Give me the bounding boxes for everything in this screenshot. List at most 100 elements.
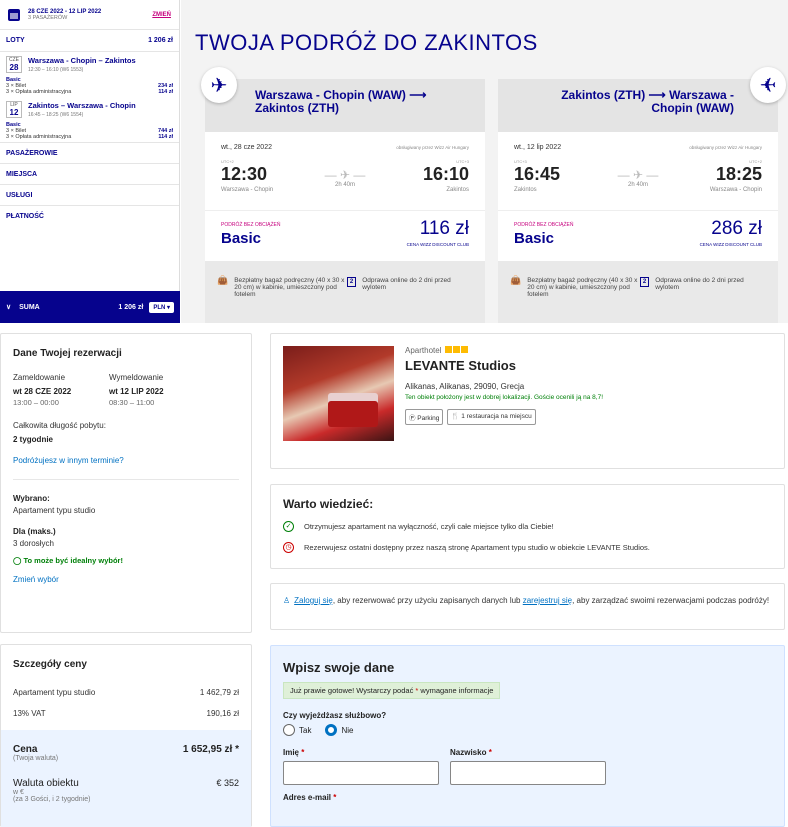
departure-time: 16:45 (514, 164, 561, 184)
plane-icon: ✈ (201, 67, 237, 103)
outbound-route: Warszawa - Chopin – Zakintos (28, 56, 136, 65)
fare-perks: 👜 Bezpłatny bagaż podręczny (40 x 30 x 2… (205, 261, 485, 323)
bag-icon: 👜 (217, 275, 229, 285)
form-title: Wpisz swoje dane (283, 660, 395, 675)
facility-parking: Ⓟ Parking (405, 409, 444, 425)
chevron-down-icon: ∨ (6, 304, 12, 311)
divider (13, 479, 239, 480)
trip-summary-sidebar: 28 CZE 2022 - 12 LIP 2022 3 PASAŻERÓW ZM… (0, 0, 180, 323)
trip-overview: TWOJA PODRÓŻ DO ZAKINTOS ✈ Warszawa - Ch… (181, 0, 788, 323)
last-name-input[interactable] (450, 761, 606, 785)
price-row-room: Apartament typu studio 1 462,79 zł (13, 688, 239, 697)
departure-city: Zakintos (514, 187, 537, 193)
price-title: Szczegóły ceny (13, 659, 87, 670)
inbound-flight-summary: LIP 12 Zakintos – Warszawa - Chopin 16:4… (0, 97, 179, 118)
inbound-datebox: LIP 12 (6, 101, 22, 118)
facility-restaurant: 🍴 1 restauracja na miejscu (447, 409, 536, 425)
arrival-city: Warszawa - Chopin (709, 187, 762, 193)
fare-row: PODRÓŻ BEZ OBCIĄŻEŃ Basic 116 zł CENA WI… (205, 210, 485, 261)
price-total-area: Cena 1 652,95 zł * (Twoja waluta) Waluta… (1, 730, 251, 827)
other-dates-link[interactable]: Podróżujesz w innym terminie? (13, 456, 239, 465)
checkin-icon: 2 (640, 277, 650, 287)
inbound-flight-card: ✈ Zakintos (ZTH) ⟶ Warszawa - Chopin (WA… (498, 67, 786, 323)
checkout-date: wt 12 LIP 2022 (109, 387, 164, 396)
fare-name: Basic (514, 230, 555, 247)
reservation-title: Dane Twojej rezerwacji (13, 348, 122, 359)
guest-details-form: Wpisz swoje dane Już prawie gotowe! Wyst… (270, 645, 785, 827)
radio-no[interactable] (325, 724, 338, 736)
inbound-fare-lines: Basic 3 × Bilet 744 zł 3 × Opłata adminis… (6, 122, 173, 140)
ideal-choice-note: ◯ To może być idealny wybór! (13, 556, 123, 565)
price-row-vat: 13% VAT 190,16 zł (13, 709, 239, 718)
total-value: 1 206 zł (118, 303, 144, 311)
inbound-card-route: Zakintos (ZTH) ⟶ Warszawa - Chopin (WAW) (561, 88, 734, 115)
change-dates-link[interactable]: ZMIEŃ (152, 12, 171, 18)
sign-in-link[interactable]: Zaloguj się (294, 596, 333, 605)
checkin-date: wt 28 CZE 2022 (13, 387, 72, 396)
fare-price: 116 zł (419, 218, 469, 239)
change-choice-link[interactable]: Zmień wybór (13, 575, 239, 584)
section-passengers[interactable]: PASAŻEROWIE (0, 142, 179, 163)
operator-note: obsługiwany przez Wizz Air Hungary (396, 145, 469, 150)
good-to-know-title: Warto wiedzieć: (283, 497, 374, 511)
checkin: Zameldowanie wt 28 CZE 2022 13:00 – 00:0… (13, 373, 109, 407)
outbound-flight-card: ✈ Warszawa - Chopin (WAW) ⟶ Zakintos (ZT… (201, 67, 485, 323)
inbound-route: Zakintos – Warszawa - Chopin (28, 101, 136, 110)
flight-duration: 2h 40m (627, 182, 649, 188)
stay-length: 2 tygodnie (13, 435, 54, 444)
passenger-count: 3 PASAŻERÓW (28, 14, 68, 21)
outbound-times: 12:30 – 16:10 (W6 1553) (28, 67, 84, 73)
login-prompt: ♙ Zaloguj się, aby rezerwować przy użyciu… (270, 583, 785, 630)
inbound-times: 16:45 – 18:25 (W6 1554) (28, 112, 84, 118)
fare-row: PODRÓŻ BEZ OBCIĄŻEŃ Basic 286 zł CENA WI… (498, 210, 778, 261)
outbound-datebox: CZE 28 (6, 56, 22, 73)
flights-section-header[interactable]: LOTY 1 206 zł (0, 30, 179, 52)
business-trip-radios: Tak Nie (283, 724, 772, 736)
outbound-flight-summary: CZE 28 Warszawa - Chopin – Zakintos 12:3… (0, 52, 179, 73)
guest-count: 3 dorosłych (13, 539, 54, 548)
business-trip-question: Czy wyjeżdżasz służbowo? (283, 711, 387, 720)
first-name-input[interactable] (283, 761, 439, 785)
hotel-photo[interactable] (283, 346, 394, 441)
good-to-know: Warto wiedzieć: ✓ Otrzymujesz apartament… (270, 484, 785, 569)
location-rating-note: Ten obiekt położony jest w dobrej lokali… (405, 394, 603, 401)
fare-name: Basic (221, 230, 262, 247)
radio-yes[interactable] (283, 724, 295, 736)
total-bar[interactable]: ∨ SUMA 1 206 zł PLN ▾ (0, 291, 180, 323)
flights-total: 1 206 zł (148, 37, 173, 44)
arrival-time: 18:25 (715, 164, 762, 184)
arrival-time: 16:10 (422, 164, 469, 184)
bag-icon: 👜 (510, 275, 522, 285)
departure-city: Warszawa - Chopin (221, 187, 274, 193)
operator-note: obsługiwany przez Wizz Air Hungary (689, 145, 762, 150)
section-services[interactable]: USŁUGI (0, 184, 179, 205)
hotel-address: Alikanas, Alikanas, 29090, Grecja (405, 382, 525, 391)
total-price: 1 652,95 zł * (182, 744, 239, 755)
rating-stars-icon (444, 346, 469, 355)
plane-arrow-icon: — ✈ — (617, 168, 659, 182)
trip-dates-row: 28 CZE 2022 - 12 LIP 2022 3 PASAŻERÓW ZM… (0, 0, 179, 30)
calendar-icon (8, 8, 20, 21)
outbound-card-route: Warszawa - Chopin (WAW) ⟶ Zakintos (ZTH) (255, 88, 427, 115)
plane-arrow-icon: — ✈ — (324, 168, 366, 182)
section-seats[interactable]: MIEJSCA (0, 163, 179, 184)
hotel-card: Aparthotel LEVANTE Studios Alikanas, Ali… (270, 333, 785, 469)
page-title: TWOJA PODRÓŻ DO ZAKINTOS (195, 30, 538, 55)
hotel-name: LEVANTE Studios (405, 358, 516, 373)
currency-select[interactable]: PLN ▾ (149, 301, 174, 313)
fare-perks: 👜 Bezpłatny bagaż podręczny (40 x 30 x 2… (498, 261, 778, 323)
check-circle-icon: ✓ (283, 521, 294, 532)
checkout: Wymeldowanie wt 12 LIP 2022 08:30 – 11:0… (109, 373, 205, 407)
user-icon: ♙ (283, 596, 291, 605)
register-link[interactable]: zarejestruj się (523, 596, 572, 605)
flights-label: LOTY (6, 37, 25, 44)
departure-time: 12:30 (221, 164, 268, 184)
check-circle-icon: ◯ (13, 556, 24, 565)
chosen-room: Apartament typu studio (13, 506, 96, 515)
required-info-notice: Już prawie gotowe! Wystarczy podać * wym… (283, 682, 501, 699)
section-payment[interactable]: PŁATNOŚĆ (0, 205, 179, 226)
checkin-icon: 2 (347, 277, 357, 287)
outbound-fare-lines: Basic 3 × Bilet 234 zł 3 × Opłata adminis… (6, 77, 173, 95)
local-price: € 352 (216, 778, 239, 788)
property-type: Aparthotel (405, 346, 442, 355)
